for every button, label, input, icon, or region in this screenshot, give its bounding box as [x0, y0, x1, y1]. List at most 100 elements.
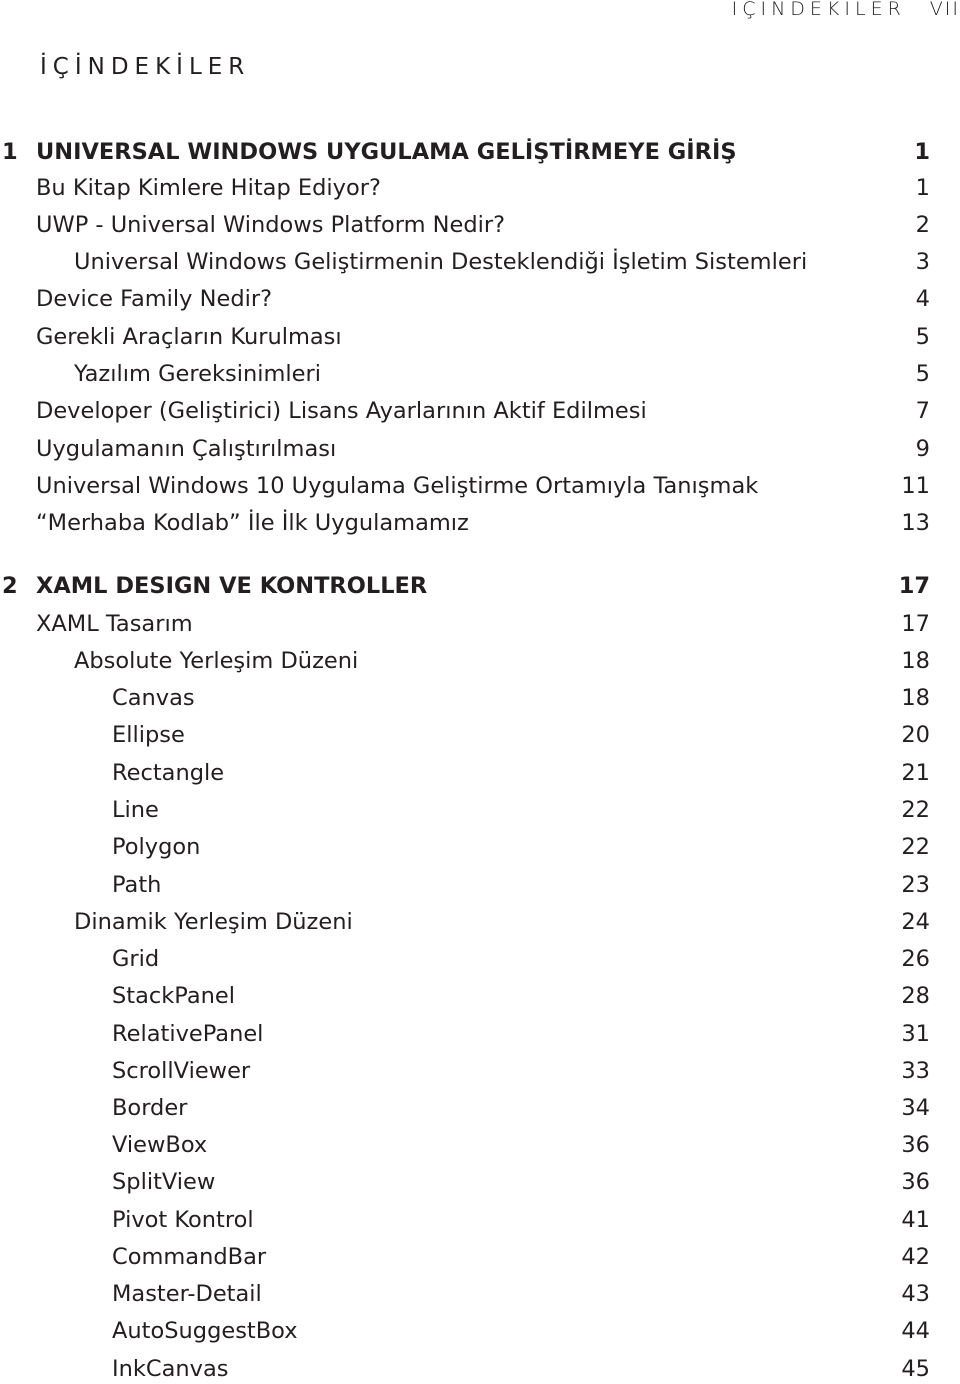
page-number: 45: [901, 1356, 930, 1382]
entry-title: Pivot Kontrol: [112, 1207, 254, 1233]
entry-title: Dinamik Yerleşim Düzeni: [74, 909, 353, 935]
toc-entry-row: XAML Tasarım 17: [0, 609, 930, 639]
page-number: 9: [915, 436, 930, 462]
page-number: 7: [915, 398, 930, 424]
page-number: 3: [915, 249, 930, 275]
toc-entry-row: StackPanel 28: [0, 981, 930, 1011]
entry-title: Grid: [112, 946, 160, 972]
toc-entry-row: Yazılım Gereksinimleri 5: [0, 359, 930, 389]
toc-entry-row: Line 22: [0, 795, 930, 825]
toc-entry-row: Dinamik Yerleşim Düzeni 24: [0, 907, 930, 937]
toc-title: İÇİNDEKİLER: [40, 54, 251, 80]
toc-entry-row: SplitView 36: [0, 1167, 930, 1197]
entry-title: RelativePanel: [112, 1021, 264, 1047]
toc-entry-row: Device Family Nedir? 4: [0, 284, 930, 314]
page-number: 5: [915, 324, 930, 350]
entry-title: Canvas: [112, 685, 195, 711]
entry-title: Line: [112, 797, 159, 823]
toc-entry-row: Universal Windows 10 Uygulama Geliştirme…: [0, 471, 930, 501]
entry-title: Path: [112, 872, 162, 898]
toc-entry-row: Pivot Kontrol 41: [0, 1205, 930, 1235]
chapter-number: 2: [2, 573, 18, 599]
toc-entry-row: CommandBar 42: [0, 1242, 930, 1272]
page-number: 26: [901, 946, 930, 972]
running-head: İÇİNDEKİLER VII: [732, 0, 960, 20]
toc-entry-row: Bu Kitap Kimlere Hitap Ediyor? 1: [0, 173, 930, 203]
toc-chapter-row: 1 UNIVERSAL WINDOWS UYGULAMA GELİŞTİRMEYE…: [0, 137, 930, 167]
toc-entry-row: Canvas 18: [0, 683, 930, 713]
page-number: 34: [901, 1095, 930, 1121]
entry-title: Universal Windows 10 Uygulama Geliştirme…: [36, 473, 759, 499]
running-head-page-number: VII: [929, 0, 960, 20]
page-number: 20: [901, 722, 930, 748]
page-number: 42: [901, 1244, 930, 1270]
chapter-title: XAML DESIGN VE KONTROLLER: [36, 573, 428, 599]
entry-title: Developer (Geliştirici) Lisans Ayarların…: [36, 398, 647, 424]
page-number: 11: [901, 473, 930, 499]
toc-entry-row: Ellipse 20: [0, 720, 930, 750]
page-number: 17: [898, 573, 930, 599]
toc-entry-row: Absolute Yerleşim Düzeni 18: [0, 646, 930, 676]
entry-title: Bu Kitap Kimlere Hitap Ediyor?: [36, 175, 381, 201]
toc-entry-row: Developer (Geliştirici) Lisans Ayarların…: [0, 396, 930, 426]
page-number: 21: [901, 760, 930, 786]
entry-title: Gerekli Araçların Kurulması: [36, 324, 342, 350]
page-number: 33: [901, 1058, 930, 1084]
chapter-title: UNIVERSAL WINDOWS UYGULAMA GELİŞTİRMEYE …: [36, 139, 737, 165]
entry-title: Ellipse: [112, 722, 185, 748]
chapter-number: 1: [2, 139, 18, 165]
page-number: 31: [901, 1021, 930, 1047]
page-number: 43: [901, 1281, 930, 1307]
entry-title: “Merhaba Kodlab” İle İlk Uygulamamız: [36, 510, 469, 536]
toc-entry-row: Universal Windows Geliştirmenin Destekle…: [0, 247, 930, 277]
toc-entry-row: AutoSuggestBox 44: [0, 1316, 930, 1346]
page-number: 36: [901, 1169, 930, 1195]
page-number: 13: [901, 510, 930, 536]
page-number: 17: [901, 611, 930, 637]
toc-chapter-row: 2 XAML DESIGN VE KONTROLLER 17: [0, 571, 930, 601]
entry-title: Device Family Nedir?: [36, 286, 273, 312]
toc-entry-row: “Merhaba Kodlab” İle İlk Uygulamamız 13: [0, 508, 930, 538]
page-number: 1: [915, 175, 930, 201]
toc-entry-row: Master-Detail 43: [0, 1279, 930, 1309]
entry-title: Master-Detail: [112, 1281, 262, 1307]
page-number: 44: [901, 1318, 930, 1344]
page-number: 36: [901, 1132, 930, 1158]
page-number: 28: [901, 983, 930, 1009]
toc-entry-row: Rectangle 21: [0, 758, 930, 788]
toc-entry-row: Gerekli Araçların Kurulması 5: [0, 322, 930, 352]
toc-entry-row: UWP - Universal Windows Platform Nedir? 2: [0, 210, 930, 240]
toc-entry-row: Path 23: [0, 870, 930, 900]
running-head-title: İÇİNDEKİLER: [731, 0, 906, 20]
page-number: 18: [901, 685, 930, 711]
toc-entry-row: ScrollViewer 33: [0, 1056, 930, 1086]
page-number: 5: [915, 361, 930, 387]
entry-title: StackPanel: [112, 983, 235, 1009]
entry-title: AutoSuggestBox: [112, 1318, 298, 1344]
entry-title: ViewBox: [112, 1132, 208, 1158]
page-number: 18: [901, 648, 930, 674]
entry-title: XAML Tasarım: [36, 611, 193, 637]
page-number: 41: [901, 1207, 930, 1233]
entry-title: Universal Windows Geliştirmenin Destekle…: [74, 249, 808, 275]
page-number: 23: [901, 872, 930, 898]
toc-entry-row: Uygulamanın Çalıştırılması 9: [0, 434, 930, 464]
entry-title: UWP - Universal Windows Platform Nedir?: [36, 212, 506, 238]
entry-title: Absolute Yerleşim Düzeni: [74, 648, 359, 674]
toc-entry-row: Border 34: [0, 1093, 930, 1123]
toc-entry-row: InkCanvas 45: [0, 1354, 930, 1384]
toc-entry-row: Grid 26: [0, 944, 930, 974]
toc-entry-row: RelativePanel 31: [0, 1019, 930, 1049]
entry-title: SplitView: [112, 1169, 216, 1195]
page-number: 4: [915, 286, 930, 312]
entry-title: InkCanvas: [112, 1356, 229, 1382]
page-number: 24: [901, 909, 930, 935]
page-number: 2: [915, 212, 930, 238]
page-number: 22: [901, 834, 930, 860]
page-number: 1: [914, 139, 930, 165]
entry-title: Polygon: [112, 834, 201, 860]
entry-title: ScrollViewer: [112, 1058, 251, 1084]
entry-title: Uygulamanın Çalıştırılması: [36, 436, 337, 462]
toc-entry-row: ViewBox 36: [0, 1130, 930, 1160]
page-number: 22: [901, 797, 930, 823]
